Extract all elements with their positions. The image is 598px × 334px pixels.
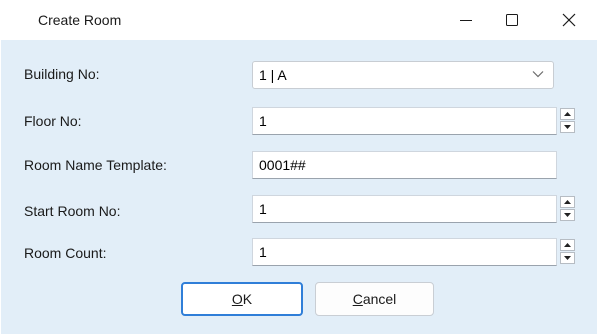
- building-no-value: 1 | A: [259, 67, 287, 83]
- ok-label-rest: K: [242, 291, 253, 307]
- start-room-no-input[interactable]: 1: [252, 195, 557, 223]
- room-count-down-button[interactable]: [560, 252, 575, 264]
- room-count-value: 1: [259, 244, 267, 260]
- building-no-dropdown[interactable]: 1 | A: [252, 61, 554, 89]
- floor-no-label: Floor No:: [24, 113, 82, 129]
- floor-no-input[interactable]: 1: [252, 107, 557, 135]
- minimize-button[interactable]: [443, 0, 489, 40]
- start-room-no-value: 1: [259, 201, 267, 217]
- cancel-mnemonic: C: [352, 291, 363, 307]
- building-no-label: Building No:: [24, 66, 100, 82]
- ok-mnemonic: O: [231, 291, 243, 307]
- room-count-label: Room Count:: [24, 245, 107, 261]
- start-room-no-up-button[interactable]: [560, 196, 575, 208]
- room-count-up-button[interactable]: [560, 239, 575, 251]
- floor-no-value: 1: [259, 113, 267, 129]
- cancel-label-rest: ancel: [362, 291, 397, 307]
- arrow-up-icon: [564, 112, 571, 116]
- room-name-template-label: Room Name Template:: [24, 157, 167, 173]
- minimize-icon: [460, 20, 472, 21]
- ok-button[interactable]: OK: [181, 282, 303, 316]
- chevron-down-icon: [532, 71, 544, 78]
- create-room-dialog: Create Room Building No: 1 | A Floor No:: [0, 0, 598, 334]
- window-title: Create Room: [38, 12, 122, 28]
- title-bar[interactable]: Create Room: [0, 0, 598, 40]
- maximize-button[interactable]: [489, 0, 535, 40]
- floor-no-up-button[interactable]: [560, 108, 575, 120]
- maximize-icon: [506, 14, 518, 26]
- close-button[interactable]: [546, 0, 592, 40]
- cancel-button[interactable]: Cancel: [315, 282, 434, 316]
- floor-no-down-button[interactable]: [560, 121, 575, 133]
- room-count-spinner: [560, 238, 577, 266]
- room-name-template-input[interactable]: 0001##: [252, 151, 557, 179]
- room-count-input[interactable]: 1: [252, 238, 557, 266]
- arrow-down-icon: [564, 256, 571, 260]
- arrow-up-icon: [564, 243, 571, 247]
- arrow-down-icon: [564, 125, 571, 129]
- floor-no-spinner: [560, 107, 577, 135]
- start-room-no-label: Start Room No:: [24, 203, 121, 219]
- start-room-no-down-button[interactable]: [560, 209, 575, 221]
- close-icon: [562, 13, 576, 27]
- start-room-no-spinner: [560, 195, 577, 223]
- arrow-down-icon: [564, 213, 571, 217]
- room-name-template-value: 0001##: [259, 157, 306, 173]
- arrow-up-icon: [564, 200, 571, 204]
